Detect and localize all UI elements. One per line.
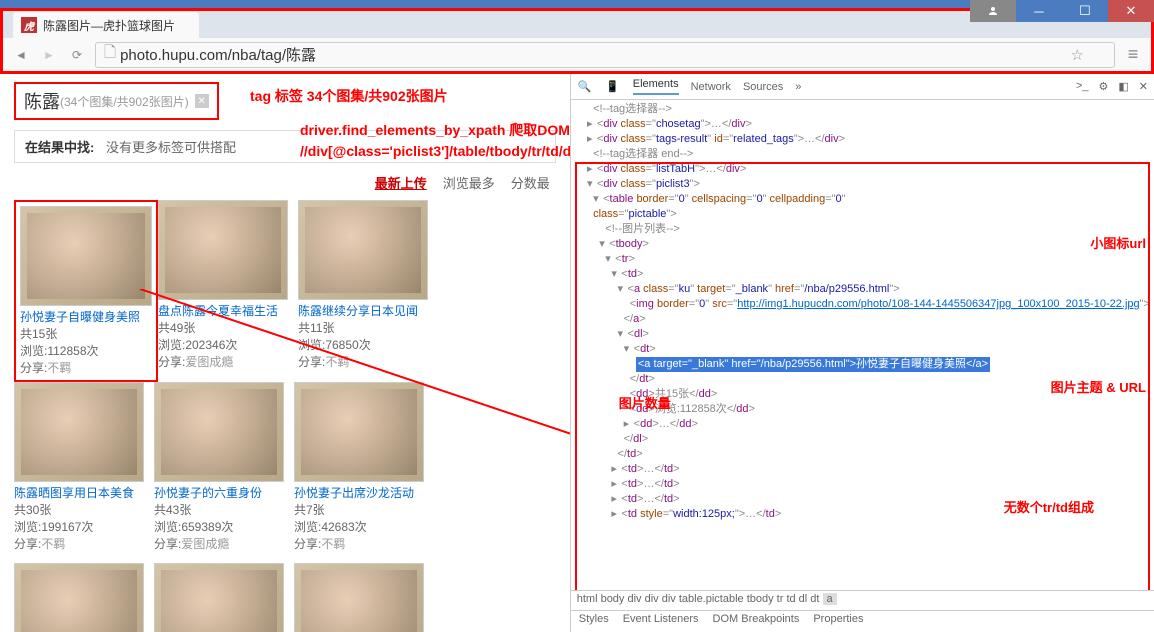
card-views: 浏览:659389次 bbox=[154, 519, 284, 536]
card-views: 浏览:112858次 bbox=[20, 343, 152, 360]
sort-bar: 最新上传 浏览最多 分数最 bbox=[14, 173, 556, 192]
annotation-count: 图片数量 bbox=[619, 396, 671, 411]
close-button[interactable]: ✕ bbox=[1108, 0, 1154, 22]
image-card[interactable]: 孙悦爱妻堪称自拍达人 共44张 浏览:375906次 分享:不羁 bbox=[294, 563, 434, 632]
card-count: 共49张 bbox=[158, 320, 288, 337]
minimize-button[interactable]: ─ bbox=[1016, 0, 1062, 22]
settings-icon[interactable]: ⚙ bbox=[1099, 80, 1109, 93]
forward-button[interactable]: ► bbox=[39, 45, 59, 65]
card-views: 浏览:199167次 bbox=[14, 519, 144, 536]
card-count: 共43张 bbox=[154, 502, 284, 519]
device-icon[interactable]: 📱 bbox=[605, 80, 621, 93]
card-title[interactable]: 孙悦妻子出席沙龙活动 bbox=[294, 486, 424, 502]
card-count: 共7张 bbox=[294, 502, 424, 519]
card-title[interactable]: 陈露继续分享日本见闻 bbox=[298, 304, 428, 320]
menu-button[interactable]: ≡ bbox=[1123, 44, 1143, 65]
thumbnail[interactable] bbox=[20, 206, 152, 306]
thumbnail[interactable] bbox=[158, 200, 288, 300]
dock-icon[interactable]: ◧ bbox=[1118, 80, 1128, 93]
favicon-icon: 虎 bbox=[21, 17, 37, 33]
filter-label: 在结果中找: bbox=[25, 140, 94, 155]
tab-elements[interactable]: Elements bbox=[633, 78, 679, 95]
back-button[interactable]: ◄ bbox=[11, 45, 31, 65]
thumbnail[interactable] bbox=[294, 563, 424, 632]
card-share: 分享:不羁 bbox=[20, 360, 152, 377]
sort-latest[interactable]: 最新上传 bbox=[375, 173, 427, 192]
thumbnail[interactable] bbox=[14, 563, 144, 632]
panel-tab[interactable]: Event Listeners bbox=[623, 613, 699, 630]
tab-title: 陈露图片—虎扑篮球图片 bbox=[43, 17, 175, 34]
annotation-topic: 图片主题 & URL bbox=[1051, 380, 1146, 395]
card-count: 共30张 bbox=[14, 502, 144, 519]
browser-tab[interactable]: 虎 陈露图片—虎扑篮球图片 bbox=[13, 12, 199, 38]
image-card[interactable]: 火辣！孙悦美妻时装秀 共44张 浏览:321490次 分享:爱图成瘾 bbox=[14, 563, 154, 632]
card-count: 共15张 bbox=[20, 326, 152, 343]
maximize-button[interactable]: ☐ bbox=[1062, 0, 1108, 22]
filter-msg: 没有更多标签可供搭配 bbox=[106, 140, 236, 155]
thumbnail[interactable] bbox=[154, 563, 284, 632]
image-grid: 孙悦妻子自曝健身美照 共15张 浏览:112858次 分享:不羁 盘点陈露今夏幸… bbox=[14, 200, 556, 632]
tag-close-icon[interactable]: ✕ bbox=[195, 94, 209, 108]
annotation-small-icon: 小图标url bbox=[1090, 236, 1146, 251]
annotation-tag: tag 标签 34个图集/共902张图片 bbox=[250, 86, 448, 106]
dom-breadcrumb[interactable]: html body div div div table.pictable tbo… bbox=[571, 590, 1154, 610]
url-text: photo.hupu.com/nba/tag/陈露 bbox=[120, 44, 316, 65]
card-share: 分享:爱图成瘾 bbox=[154, 536, 284, 553]
annotation-xpath: driver.find_elements_by_xpath 爬取DOM路径 //… bbox=[300, 120, 570, 162]
card-title[interactable]: 孙悦妻子自曝健身美照 bbox=[20, 310, 152, 326]
card-title[interactable]: 孙悦妻子的六重身份 bbox=[154, 486, 284, 502]
card-count: 共11张 bbox=[298, 320, 428, 337]
devtools-bottom-tabs: Styles Event Listeners DOM Breakpoints Prop… bbox=[571, 610, 1154, 632]
drawer-icon[interactable]: >_ bbox=[1076, 80, 1089, 93]
reload-button[interactable]: ⟳ bbox=[67, 45, 87, 65]
devtools-tabs: 🔍 📱 Elements Network Sources » >_ ⚙ ◧ ✕ bbox=[571, 74, 1154, 100]
dom-tree[interactable]: 小图标url 图片主题 & URL 图片数量 无数个tr/td组成 <!--ta… bbox=[571, 100, 1154, 590]
sort-views[interactable]: 浏览最多 bbox=[443, 173, 495, 192]
card-share: 分享:不羁 bbox=[294, 536, 424, 553]
tab-sources[interactable]: Sources bbox=[743, 81, 783, 93]
image-card[interactable]: 盘点陈露今夏幸福生活 共49张 浏览:202346次 分享:爱图成瘾 bbox=[158, 200, 298, 382]
user-icon[interactable] bbox=[970, 0, 1016, 22]
tag-name: 陈露 bbox=[24, 88, 60, 114]
card-share: 分享:不羁 bbox=[298, 354, 428, 371]
image-card[interactable]: 孙悦妻子出席沙龙活动 共7张 浏览:42683次 分享:不羁 bbox=[294, 382, 434, 562]
inspect-icon[interactable]: 🔍 bbox=[577, 80, 593, 93]
image-card[interactable]: 陈露晒图享用日本美食 共30张 浏览:199167次 分享:不羁 bbox=[14, 382, 154, 562]
image-card[interactable]: 孙悦父女情深陈露吃醋 共27张 浏览:233926次 分享:不羁 bbox=[154, 563, 294, 632]
image-card[interactable]: 孙悦妻子的六重身份 共43张 浏览:659389次 分享:爱图成瘾 bbox=[154, 382, 294, 562]
panel-tab[interactable]: DOM Breakpoints bbox=[713, 613, 800, 630]
card-views: 浏览:76850次 bbox=[298, 337, 428, 354]
thumbnail[interactable] bbox=[14, 382, 144, 482]
tag-count: (34个图集/共902张图片) bbox=[60, 93, 189, 110]
devtools-panel: 🔍 📱 Elements Network Sources » >_ ⚙ ◧ ✕ … bbox=[570, 74, 1154, 632]
thumbnail[interactable] bbox=[298, 200, 428, 300]
card-title[interactable]: 盘点陈露今夏幸福生活 bbox=[158, 304, 288, 320]
thumbnail[interactable] bbox=[154, 382, 284, 482]
image-card[interactable]: 孙悦妻子自曝健身美照 共15张 浏览:112858次 分享:不羁 bbox=[14, 200, 158, 382]
card-share: 分享:不羁 bbox=[14, 536, 144, 553]
panel-tab[interactable]: Properties bbox=[813, 613, 863, 630]
sort-scores[interactable]: 分数最 bbox=[511, 173, 550, 192]
card-share: 分享:爱图成瘾 bbox=[158, 354, 288, 371]
tab-network[interactable]: Network bbox=[691, 81, 731, 93]
address-input[interactable]: 🗋 photo.hupu.com/nba/tag/陈露 ☆ bbox=[95, 42, 1115, 68]
annotation-multi: 无数个tr/td组成 bbox=[1004, 500, 1094, 515]
card-title[interactable]: 陈露晒图享用日本美食 bbox=[14, 486, 144, 502]
card-views: 浏览:42683次 bbox=[294, 519, 424, 536]
thumbnail[interactable] bbox=[294, 382, 424, 482]
tab-more[interactable]: » bbox=[795, 81, 801, 93]
devtools-close-icon[interactable]: ✕ bbox=[1139, 80, 1148, 93]
address-bar-row: ◄ ► ⟳ 🗋 photo.hupu.com/nba/tag/陈露 ☆ ≡ bbox=[0, 38, 1154, 74]
card-views: 浏览:202346次 bbox=[158, 337, 288, 354]
image-card[interactable]: 陈露继续分享日本见闻 共11张 浏览:76850次 分享:不羁 bbox=[298, 200, 438, 382]
panel-tab[interactable]: Styles bbox=[579, 613, 609, 630]
tag-chip: 陈露 (34个图集/共902张图片) ✕ bbox=[14, 82, 219, 120]
